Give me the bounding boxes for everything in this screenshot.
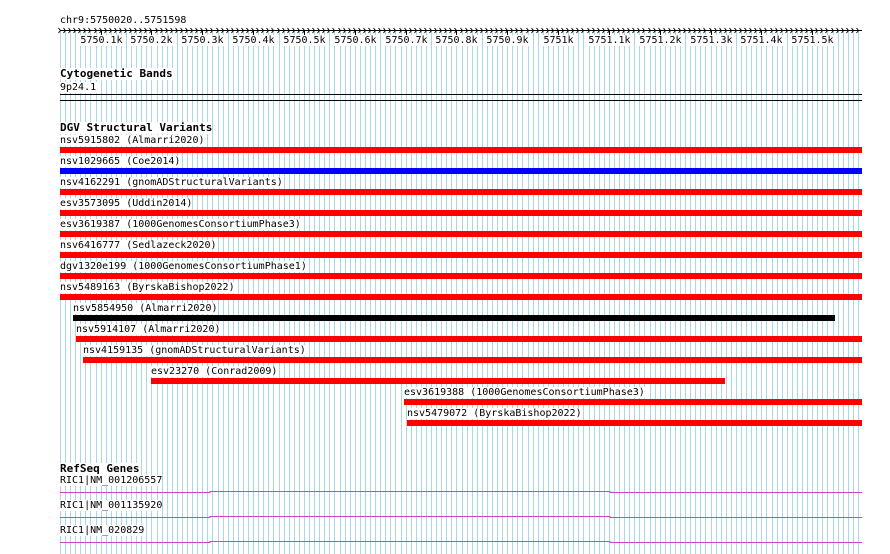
sv-feature-bar[interactable] (60, 231, 862, 237)
ruler-tick-label: 5750.6k (333, 35, 378, 46)
sv-feature-bar[interactable] (76, 336, 862, 342)
sv-feature-label[interactable]: nsv6416777 (Sedlazeck2020) (60, 240, 217, 251)
ruler-tick-label: 5750.7k (384, 35, 429, 46)
gene-label[interactable]: RIC1|NM_020829 (60, 525, 145, 536)
sv-feature-label[interactable]: nsv5915802 (Almarri2020) (60, 135, 205, 146)
sv-feature-bar[interactable] (83, 357, 862, 363)
ruler-tick-label: 5750.9k (485, 35, 530, 46)
ruler-tick-label: 5751.5k (790, 35, 835, 46)
cytoband-track-title[interactable]: Cytogenetic Bands (60, 68, 173, 80)
gene-intron-line[interactable] (60, 491, 862, 493)
sv-feature-label[interactable]: nsv5479072 (ByrskaBishop2022) (407, 408, 582, 419)
gene-label[interactable]: RIC1|NM_001206557 (60, 475, 163, 486)
sv-feature-label[interactable]: nsv4159135 (gnomADStructuralVariants) (83, 345, 306, 356)
ruler-tick-label: 5750.5k (282, 35, 327, 46)
sv-feature-label[interactable]: dgv1320e199 (1000GenomesConsortiumPhase1… (60, 261, 307, 272)
ruler-tick-label: 5750.8k (434, 35, 479, 46)
ruler-tick-label: 5751.2k (638, 35, 683, 46)
sv-feature-label[interactable]: nsv5854950 (Almarri2020) (73, 303, 218, 314)
cytoband-label[interactable]: 9p24.1 (60, 82, 99, 93)
sv-feature-bar[interactable] (407, 420, 862, 426)
sv-feature-label[interactable]: nsv5914107 (Almarri2020) (76, 324, 221, 335)
ruler-tick-label: 5750.1k (79, 35, 124, 46)
sv-feature-label[interactable]: esv3619388 (1000GenomesConsortiumPhase3) (404, 387, 645, 398)
ruler-tick-label: 5751.3k (689, 35, 734, 46)
sv-feature-bar[interactable] (60, 168, 862, 174)
sv-feature-bar[interactable] (60, 294, 862, 300)
ruler-tick-label: 5750.2k (129, 35, 174, 46)
sv-feature-label[interactable]: nsv4162291 (gnomADStructuralVariants) (60, 177, 283, 188)
genome-browser-view: chr9:5750020..5751598 5750.1k 5750.2k 5750… (0, 0, 890, 554)
ruler-tick-label: 5751k (542, 35, 575, 46)
ruler-tick-label: 5750.3k (180, 35, 225, 46)
sv-feature-bar[interactable] (60, 210, 862, 216)
sv-feature-bar[interactable] (151, 378, 725, 384)
sv-feature-bar[interactable] (60, 273, 862, 279)
ruler-arrow (58, 27, 61, 31)
sv-feature-label[interactable]: esv3619387 (1000GenomesConsortiumPhase3) (60, 219, 301, 230)
gene-intron-line[interactable] (60, 541, 862, 543)
ruler-tick-label: 5751.1k (587, 35, 632, 46)
sv-feature-label[interactable]: nsv1029665 (Coe2014) (60, 156, 181, 167)
ruler-tick-label: 5750.4k (231, 35, 276, 46)
sv-feature-label[interactable]: nsv5489163 (ByrskaBishop2022) (60, 282, 235, 293)
refseq-track-title[interactable]: RefSeq Genes (60, 463, 140, 475)
sv-feature-bar[interactable] (60, 189, 862, 195)
sv-feature-label[interactable]: esv3573095 (Uddin2014) (60, 198, 193, 209)
sv-feature-bar[interactable] (404, 399, 862, 405)
sv-feature-bar[interactable] (73, 315, 835, 321)
sv-feature-bar[interactable] (60, 252, 862, 258)
sv-track-title[interactable]: DGV Structural Variants (60, 122, 213, 134)
sv-feature-label[interactable]: esv23270 (Conrad2009) (151, 366, 278, 377)
ruler-tick-label: 5751.4k (739, 35, 784, 46)
ruler-arrow (58, 30, 61, 34)
sv-feature-bar[interactable] (60, 147, 862, 153)
gene-intron-line[interactable] (60, 516, 862, 518)
gene-label[interactable]: RIC1|NM_001135920 (60, 500, 163, 511)
